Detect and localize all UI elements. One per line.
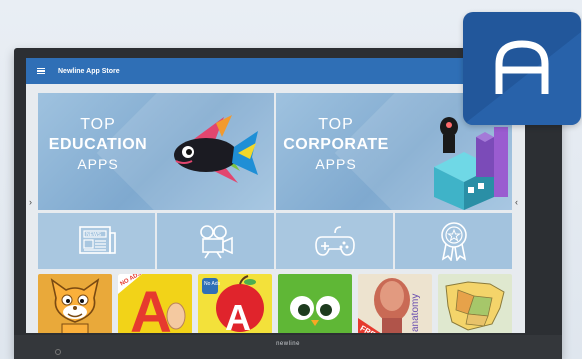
app-bar: Newline App Store <box>26 58 525 84</box>
banner-line-top: TOP <box>318 116 354 133</box>
category-news[interactable]: NEWS <box>38 213 155 269</box>
letter-a-trace-icon: NO ADS A <box>118 274 186 333</box>
app-screen: Newline App Store › ‹ TOP EDUCATION APPS <box>26 58 525 333</box>
app-tile-duolingo[interactable] <box>278 274 352 333</box>
app-title: Newline App Store <box>58 67 120 75</box>
bezel-bottom <box>14 335 562 359</box>
app-tile-anatomy[interactable]: FREE anatomy <box>358 274 432 333</box>
app-tiles-row: NO ADS A No Ads A FREE anatomy <box>38 274 512 333</box>
banner-line-top: TOP <box>80 116 116 133</box>
flying-fish-icon <box>174 115 258 183</box>
banner-text: TOP EDUCATION APPS <box>38 116 158 172</box>
banner-text: TOP CORPORATE APPS <box>276 116 396 172</box>
app-tile-abc-tracing[interactable]: NO ADS A <box>118 274 192 333</box>
letter-a-logo-icon <box>463 32 581 125</box>
power-icon[interactable] <box>55 349 61 355</box>
hamburger-menu-icon[interactable] <box>37 67 45 75</box>
carousel-next-arrow[interactable]: ‹ <box>515 197 523 207</box>
app-tile-geography[interactable] <box>438 274 512 333</box>
owl-icon <box>290 296 340 326</box>
app-logo <box>463 12 581 125</box>
app-tile-abc-apple[interactable]: No Ads A <box>198 274 272 333</box>
scratch-cat-icon <box>50 278 100 333</box>
free-label: FREE <box>359 324 383 333</box>
award-ribbon-icon <box>440 222 467 261</box>
banner-line-apps: APPS <box>315 156 357 172</box>
category-top-rated[interactable] <box>395 213 512 269</box>
category-games[interactable] <box>276 213 393 269</box>
letter-a: A <box>225 297 251 333</box>
banner-line-apps: APPS <box>77 156 119 172</box>
banner-line-category: CORPORATE <box>283 136 389 153</box>
letter-a: A <box>130 280 172 333</box>
no-ads-badge: No Ads <box>204 281 221 287</box>
anatomy-label: anatomy <box>410 294 421 332</box>
apple-letter-a-icon: No Ads A <box>202 275 264 333</box>
anatomy-icon: FREE anatomy <box>358 278 421 333</box>
movie-camera-icon <box>199 225 233 259</box>
carousel-prev-arrow[interactable]: › <box>29 197 37 207</box>
gamepad-icon <box>314 226 355 256</box>
newspaper-icon: NEWS <box>78 226 116 254</box>
banner-line-category: EDUCATION <box>48 136 148 153</box>
category-movies[interactable] <box>157 213 274 269</box>
brand-label: newline <box>276 341 300 347</box>
spain-map-icon <box>445 281 505 331</box>
app-tile-scratch[interactable] <box>38 274 112 333</box>
store-content: TOP EDUCATION APPS TOP CORPORATE APPS NE… <box>38 93 512 333</box>
news-label: NEWS <box>86 232 102 238</box>
category-tiles: NEWS <box>38 213 512 269</box>
top-education-apps-banner[interactable]: TOP EDUCATION APPS <box>38 93 274 210</box>
